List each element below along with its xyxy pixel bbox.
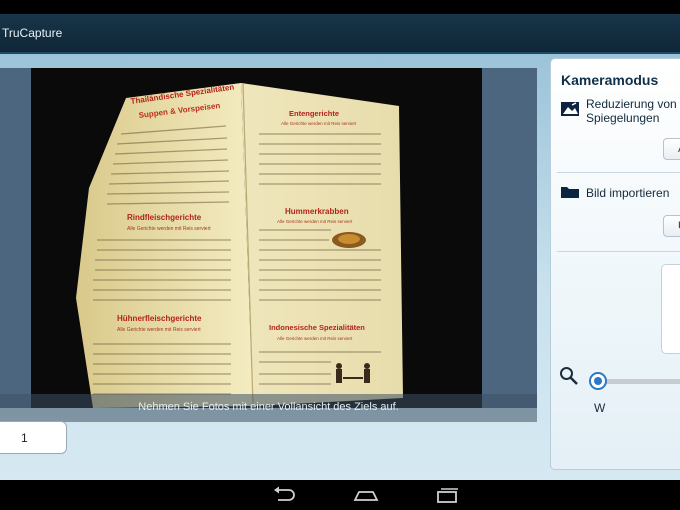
reflection-icon — [560, 101, 580, 122]
zoom-slider-knob[interactable] — [589, 372, 607, 390]
menu-sec1-note-right: Alle Gerichte werden mit Reis serviert — [281, 121, 357, 126]
divider — [557, 172, 680, 173]
zoom-wide-label: W — [594, 401, 606, 415]
magnifier-icon — [559, 366, 579, 391]
thumbnail-box[interactable] — [661, 264, 680, 354]
camera-image[interactable]: Thailändische Spezialitäten Suppen & Vor… — [31, 68, 482, 408]
camera-mode-panel: Kameramodus Reduzierung von Spiegelungen… — [550, 58, 680, 470]
menu-left-page — [76, 83, 253, 408]
menu-sec2-left: Rindfleischgerichte — [127, 213, 202, 222]
menu-right-page — [241, 83, 403, 406]
back-icon[interactable] — [272, 486, 296, 509]
menu-sec3-note-left: Alle Gerichte werden mit Reis serviert — [117, 327, 201, 333]
camera-preview[interactable]: Thailändische Spezialitäten Suppen & Vor… — [0, 68, 537, 422]
menu-sec1-right: Entengerichte — [289, 109, 339, 118]
home-icon[interactable] — [353, 486, 379, 509]
menu-photo: Thailändische Spezialitäten Suppen & Vor… — [76, 83, 403, 408]
import-image-button[interactable]: U — [663, 215, 680, 237]
menu-sec3-left: Hühnerfleischgerichte — [117, 314, 202, 323]
menu-sec3-note-right: Alle Gerichte werden mit Reis serviert — [277, 336, 353, 341]
title-bar: TruCapture — [0, 14, 680, 54]
reflection-toggle-button[interactable]: A — [663, 138, 680, 160]
status-bar — [0, 0, 680, 14]
panel-title: Kameramodus — [561, 72, 659, 88]
zoom-knob-dot — [594, 377, 602, 385]
import-image-label: Bild importieren — [586, 186, 670, 200]
divider — [557, 251, 680, 252]
app-title: TruCapture — [2, 26, 63, 40]
page-count-value: 1 — [21, 431, 28, 445]
menu-sec2-right: Hummerkrabben — [285, 207, 349, 216]
workspace: Thailändische Spezialitäten Suppen & Vor… — [0, 54, 680, 480]
hint-bar: Nehmen Sie Fotos mit einer Vollansicht d… — [0, 394, 537, 422]
menu-sec2-note-left: Alle Gerichte werden mit Reis serviert — [127, 226, 211, 232]
capture-hint: Nehmen Sie Fotos mit einer Vollansicht d… — [138, 401, 399, 413]
menu-sec2-note-right: Alle Gerichte werden mit Reis serviert — [277, 219, 353, 224]
navigation-bar — [0, 480, 680, 510]
zoom-slider-track[interactable] — [596, 379, 680, 384]
folder-icon — [560, 185, 580, 204]
recent-apps-icon[interactable] — [436, 486, 460, 509]
menu-sec3-right: Indonesische Spezialitäten — [269, 323, 365, 332]
page-count-field[interactable]: 1 — [0, 421, 67, 454]
reflection-reduction-label: Reduzierung von Spiegelungen — [586, 97, 677, 125]
